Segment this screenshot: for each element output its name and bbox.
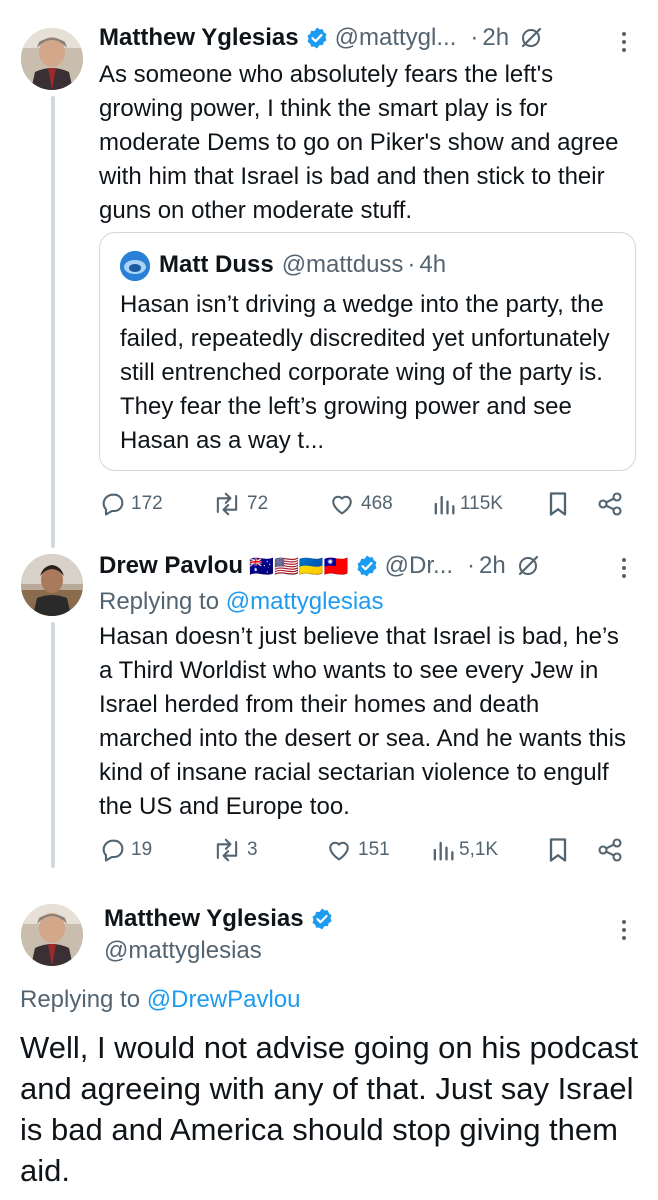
like-button[interactable]: 151	[324, 836, 390, 864]
tweet-header: Drew Pavlou 🇦🇺🇺🇸🇺🇦🇹🇼 @Dr... · 2h	[99, 552, 540, 580]
reply-button[interactable]: 19	[99, 836, 152, 864]
tweet-text: Hasan doesn’t just believe that Israel i…	[99, 623, 626, 820]
grok-icon[interactable]	[516, 554, 540, 578]
replying-to: Replying to @mattyglesias	[99, 588, 384, 616]
bookmark-icon	[549, 492, 567, 516]
thread-line	[51, 96, 55, 548]
verified-icon	[355, 554, 379, 578]
author-flags: 🇦🇺🇺🇸🇺🇦🇹🇼	[249, 555, 349, 578]
reply-icon	[102, 839, 124, 862]
views-button[interactable]: 115K	[432, 490, 503, 518]
replying-to-link[interactable]: @mattyglesias	[226, 588, 384, 615]
quoted-avatar	[120, 251, 150, 281]
separator-dot: ·	[467, 552, 476, 579]
reply-icon	[102, 493, 124, 516]
like-icon	[329, 841, 349, 861]
repost-button[interactable]: 72	[211, 490, 268, 518]
verified-icon	[305, 26, 329, 50]
author-handle[interactable]: @Dr...	[385, 552, 453, 580]
repost-count: 72	[247, 493, 269, 514]
separator-dot: ·	[407, 251, 416, 278]
replying-to-label: Replying to	[20, 986, 141, 1013]
action-bar: 172 72 468 115K	[99, 490, 636, 526]
share-button[interactable]	[596, 490, 628, 518]
quoted-text: Hasan isn’t driving a wedge into the par…	[120, 291, 610, 454]
avatar[interactable]	[21, 554, 83, 616]
quoted-header: Matt Duss @mattduss · 4h	[159, 251, 446, 279]
reply-count: 19	[131, 839, 153, 860]
tweet-handle-row: @mattyglesias	[104, 937, 262, 965]
more-icon[interactable]	[620, 918, 628, 942]
like-button[interactable]: 468	[327, 490, 393, 518]
like-count: 468	[361, 493, 393, 514]
author-name[interactable]: Drew Pavlou	[99, 552, 243, 580]
bookmark-button[interactable]	[546, 836, 574, 864]
views-icon	[434, 495, 455, 515]
views-count: 5,1K	[459, 839, 499, 860]
author-handle[interactable]: @mattygl...	[335, 24, 457, 52]
author-handle[interactable]: @mattyglesias	[104, 937, 262, 965]
avatar[interactable]	[21, 904, 83, 966]
author-name[interactable]: Matthew Yglesias	[99, 24, 299, 52]
tweet-header: Matthew Yglesias	[104, 905, 340, 933]
separator-dot: ·	[470, 24, 479, 51]
share-icon	[598, 492, 622, 516]
share-button[interactable]	[596, 836, 628, 864]
more-icon[interactable]	[620, 556, 628, 580]
quoted-author-handle: @mattduss	[281, 251, 404, 278]
views-button[interactable]: 5,1K	[431, 836, 498, 864]
tweet-text: As someone who absolutely fears the left…	[99, 61, 619, 224]
tweet-header: Matthew Yglesias @mattygl... · 2h	[99, 24, 543, 52]
tweet-text: Well, I would not advise going on his po…	[20, 1030, 639, 1188]
author-name[interactable]: Matthew Yglesias	[104, 905, 304, 933]
quoted-tweet[interactable]: Matt Duss @mattduss · 4h Hasan isn’t dri…	[99, 232, 636, 471]
tweet-time[interactable]: 2h	[479, 552, 506, 580]
bookmark-icon	[549, 838, 567, 862]
tweet-time[interactable]: 2h	[482, 24, 509, 52]
bookmark-button[interactable]	[546, 490, 574, 518]
repost-count: 3	[247, 839, 258, 860]
repost-icon	[216, 492, 238, 516]
replying-to: Replying to @DrewPavlou	[20, 986, 301, 1014]
quoted-author-name: Matt Duss	[159, 251, 274, 278]
repost-button[interactable]: 3	[211, 836, 258, 864]
share-icon	[598, 838, 622, 862]
quoted-time: 4h	[419, 251, 447, 278]
repost-icon	[216, 838, 238, 862]
replying-to-link[interactable]: @DrewPavlou	[147, 986, 301, 1013]
views-count: 115K	[460, 493, 503, 514]
grok-icon[interactable]	[519, 26, 543, 50]
reply-button[interactable]: 172	[99, 490, 163, 518]
like-count: 151	[358, 839, 390, 860]
verified-icon	[310, 907, 334, 931]
action-bar: 19 3 151 5,1K	[99, 836, 636, 872]
avatar[interactable]	[21, 28, 83, 90]
replying-to-label: Replying to	[99, 588, 220, 615]
more-icon[interactable]	[620, 30, 628, 54]
views-icon	[433, 841, 454, 861]
reply-count: 172	[131, 493, 163, 514]
thread-line	[51, 622, 55, 868]
like-icon	[332, 495, 352, 515]
